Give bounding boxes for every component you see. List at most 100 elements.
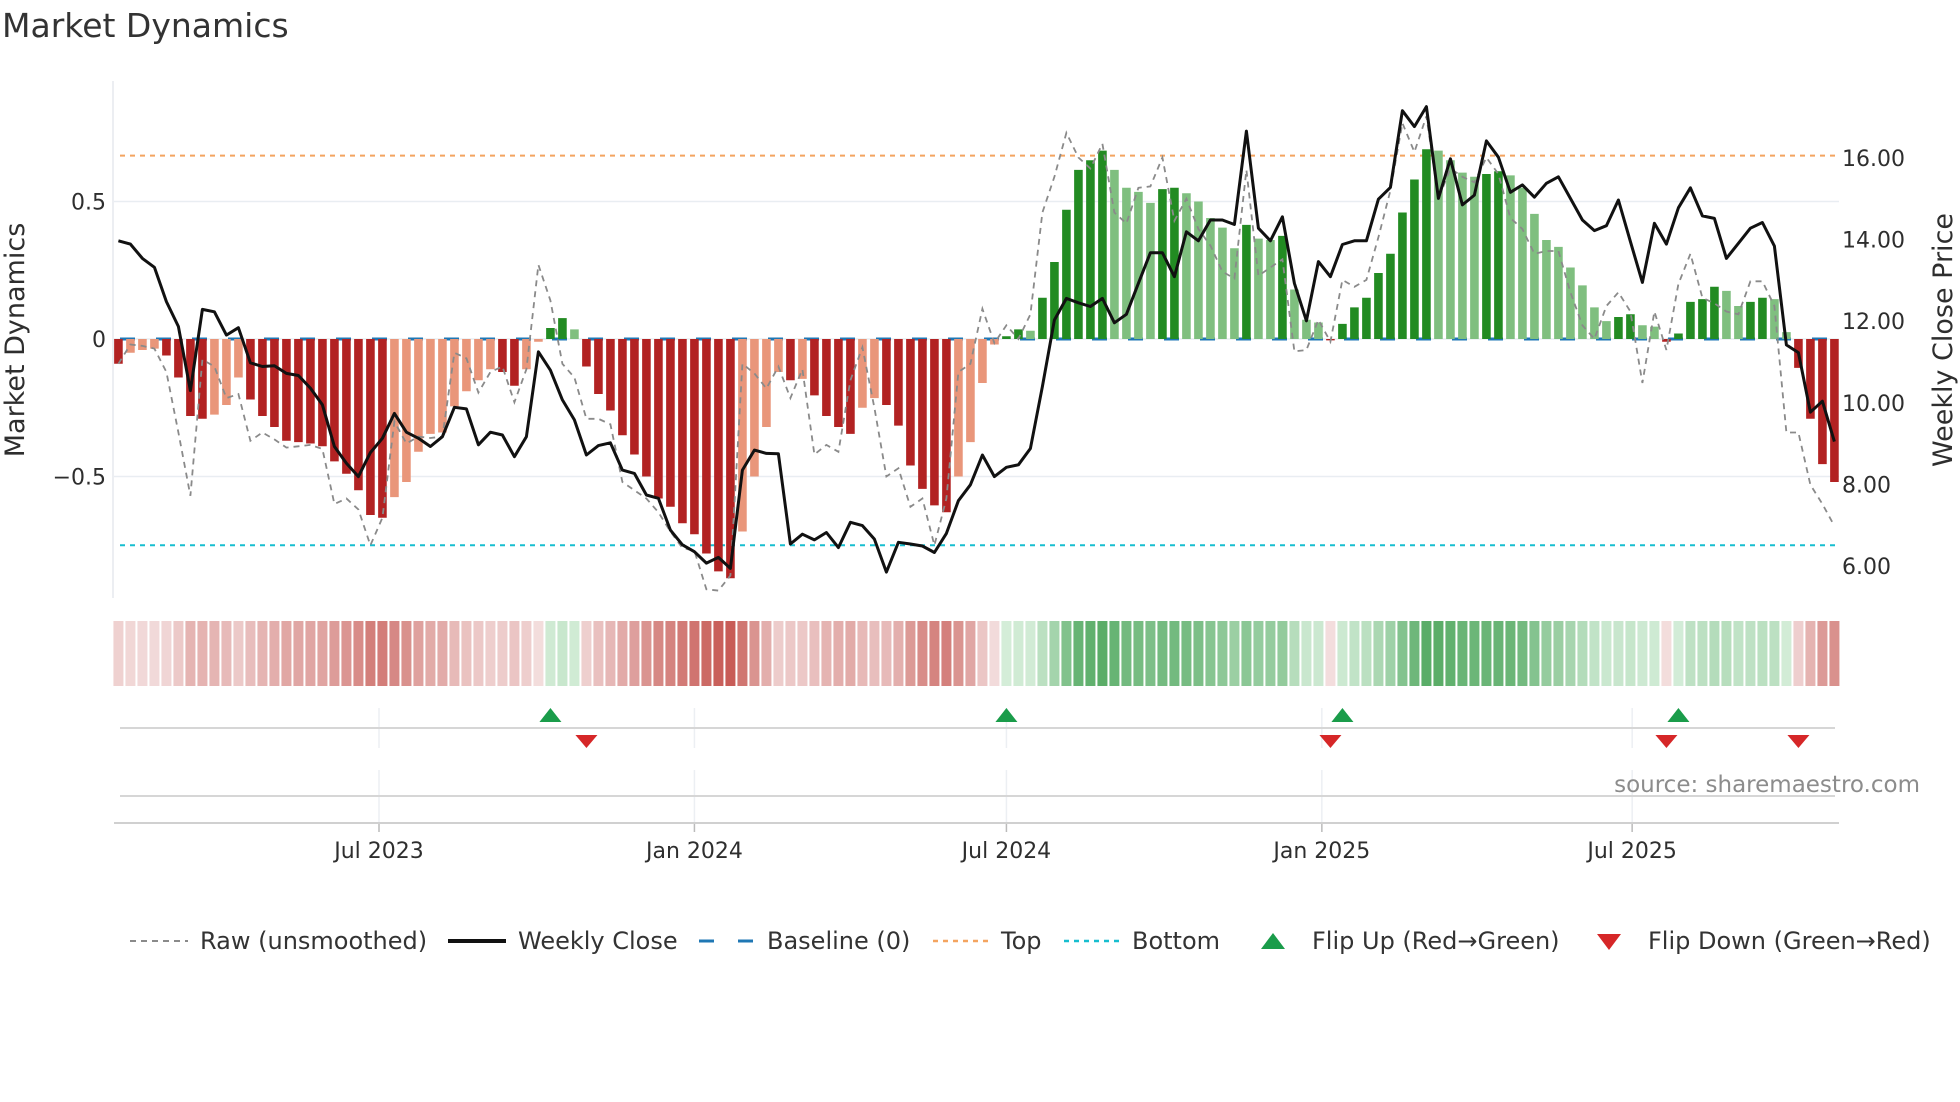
momentum-bar — [210, 339, 219, 415]
dashed-line-swatch-icon — [699, 939, 755, 943]
y-tick-label: 0.5 — [71, 191, 106, 216]
momentum-bar — [666, 339, 675, 507]
heat-strip-cell — [197, 621, 208, 686]
heat-strip-cell — [1277, 621, 1288, 686]
heat-strip-cell — [1733, 621, 1744, 686]
momentum-bar — [318, 339, 327, 447]
heat-strip-cell — [1001, 621, 1012, 686]
legend-label: Flip Down (Green→Red) — [1648, 927, 1931, 955]
momentum-bar — [294, 339, 303, 443]
momentum-bar — [462, 339, 471, 392]
momentum-bar — [786, 339, 795, 381]
heat-strip-cell — [773, 621, 784, 686]
heat-strip-cell — [1697, 621, 1708, 686]
heat-strip-cell — [581, 621, 592, 686]
heat-strip-cell — [161, 621, 172, 686]
heat-strip-cell — [557, 621, 568, 686]
heat-strip-cell — [1529, 621, 1540, 686]
heat-strip-cell — [905, 621, 916, 686]
heat-strip-cell — [1817, 621, 1828, 686]
heat-strip-cell — [1289, 621, 1300, 686]
momentum-bar — [1758, 297, 1767, 339]
heat-strip-cell — [797, 621, 808, 686]
heat-strip-cell — [749, 621, 760, 686]
flip-up-triangle-icon — [1331, 708, 1354, 722]
heat-strip-cell — [1313, 621, 1324, 686]
heat-strip-cell — [113, 621, 124, 686]
momentum-bar — [642, 339, 651, 477]
y2-tick-label: 16.00 — [1842, 147, 1905, 172]
heat-strip-cell — [509, 621, 520, 686]
heat-strip-cell — [1349, 621, 1360, 686]
heat-strip-cell — [593, 621, 604, 686]
momentum-bar — [1374, 273, 1383, 339]
legend-item-raw[interactable]: Raw (unsmoothed) — [130, 924, 427, 958]
heat-strip-cell — [989, 621, 1000, 686]
legend-item-bottom[interactable]: Bottom — [1064, 924, 1220, 958]
heat-strip-cell — [1109, 621, 1120, 686]
heat-strip-cell — [269, 621, 280, 686]
momentum-bar — [558, 318, 567, 339]
momentum-bar — [1242, 224, 1251, 339]
flip-markers-panel — [120, 708, 1835, 823]
momentum-bar — [978, 339, 987, 383]
y2-tick-label: 10.00 — [1842, 392, 1905, 417]
momentum-bar — [150, 339, 159, 349]
series-lines — [117, 105, 1836, 592]
momentum-bar — [1218, 227, 1227, 339]
momentum-bar — [1062, 209, 1071, 339]
heat-strip-cell — [1385, 621, 1396, 686]
y2-axis-label: Weekly Close Price — [1928, 213, 1959, 467]
momentum-bar — [510, 339, 519, 386]
momentum-bar — [654, 339, 663, 499]
legend-item-weekly-close[interactable]: Weekly Close — [448, 924, 678, 958]
momentum-bar — [846, 339, 855, 434]
heat-strip-cell — [365, 621, 376, 686]
dashed-line-swatch-icon — [130, 940, 188, 942]
legend-label: Baseline (0) — [767, 927, 911, 955]
legend-item-flip-down[interactable]: Flip Down (Green→Red) — [1596, 924, 1931, 958]
heat-strip-cell — [533, 621, 544, 686]
heat-strip-cell — [353, 621, 364, 686]
momentum-bar — [1482, 174, 1491, 339]
momentum-bar — [1710, 286, 1719, 339]
heat-strip-cell — [1637, 621, 1648, 686]
heat-strip-cell — [1625, 621, 1636, 686]
legend-label: Weekly Close — [518, 927, 678, 955]
momentum-bar — [1206, 218, 1215, 339]
heat-strip-cell — [1745, 621, 1756, 686]
legend-item-flip-up[interactable]: Flip Up (Red→Green) — [1260, 924, 1560, 958]
momentum-bar — [1602, 321, 1611, 339]
heat-strip-cell — [833, 621, 844, 686]
heat-strip-cell — [233, 621, 244, 686]
heat-strip-cell — [1433, 621, 1444, 686]
dotted-line-swatch-icon — [933, 939, 989, 943]
heat-strip-cell — [713, 621, 724, 686]
momentum-bar — [1554, 246, 1563, 339]
heat-strip-cell — [1337, 621, 1348, 686]
heat-strip-cell — [1469, 621, 1480, 686]
heat-strip-cell — [257, 621, 268, 686]
momentum-bar — [1830, 339, 1839, 482]
heat-strip-cell — [653, 621, 664, 686]
momentum-bar — [234, 339, 243, 378]
legend-item-baseline[interactable]: Baseline (0) — [699, 924, 910, 958]
momentum-bar — [834, 339, 843, 427]
momentum-bar — [1518, 187, 1527, 339]
x-tick-label: Jan 2024 — [644, 839, 743, 864]
legend-item-top[interactable]: Top — [933, 924, 1042, 958]
heat-strip-cell — [977, 621, 988, 686]
heat-strip-cell — [1577, 621, 1588, 686]
momentum-bar — [822, 339, 831, 416]
heat-strip-cell — [1589, 621, 1600, 686]
momentum-bar — [690, 339, 699, 535]
momentum-bar — [270, 339, 279, 427]
heat-strip-cell — [1649, 621, 1660, 686]
momentum-bar — [582, 339, 591, 367]
heat-strip-cell — [629, 621, 640, 686]
momentum-bar — [426, 339, 435, 434]
heat-strip-cell — [1421, 621, 1432, 686]
momentum-bar — [342, 339, 351, 474]
heat-strip-cell — [953, 621, 964, 686]
heat-strip-cell — [761, 621, 772, 686]
